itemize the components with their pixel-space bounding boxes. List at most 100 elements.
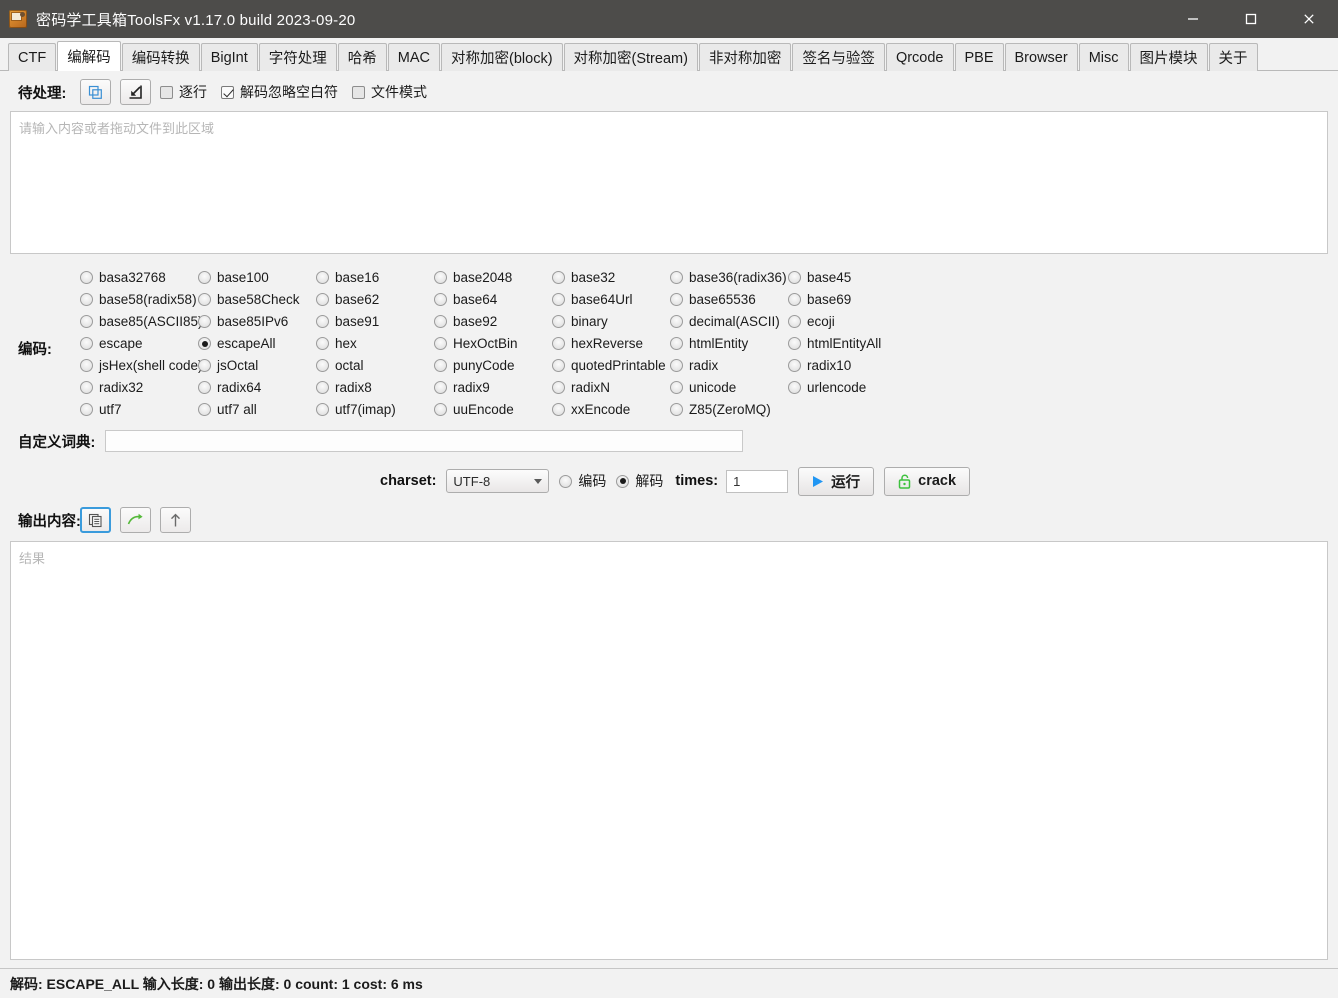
- app-window: 密码学工具箱ToolsFx v1.17.0 build 2023-09-20 C…: [0, 0, 1338, 998]
- tab-hash[interactable]: 哈希: [337, 43, 387, 71]
- tab-about[interactable]: 关于: [1208, 43, 1258, 71]
- radio-ecoji[interactable]: ecoji: [788, 314, 906, 329]
- radio-decimal-ascii[interactable]: decimal(ASCII): [670, 314, 788, 329]
- crack-button[interactable]: crack: [884, 466, 971, 496]
- import-file-button[interactable]: [120, 79, 151, 105]
- radio-base92[interactable]: base92: [434, 314, 552, 329]
- radio-octal[interactable]: octal: [316, 358, 434, 373]
- radio-dot: [670, 381, 683, 394]
- radio-jshex[interactable]: jsHex(shell code): [80, 358, 203, 373]
- radio-base64url[interactable]: base64Url: [552, 292, 670, 307]
- radio-base91[interactable]: base91: [316, 314, 434, 329]
- radio-hex[interactable]: hex: [316, 336, 434, 351]
- radio-punycode[interactable]: punyCode: [434, 358, 552, 373]
- radio-escapeall[interactable]: escapeAll: [198, 336, 316, 351]
- checkbox-file-mode[interactable]: 文件模式: [352, 82, 427, 102]
- radio-base45[interactable]: base45: [788, 270, 906, 285]
- radio-radix9[interactable]: radix9: [434, 380, 552, 395]
- radio-base2048[interactable]: base2048: [434, 270, 552, 285]
- radio-utf7-imap[interactable]: utf7(imap): [316, 402, 434, 417]
- radio-label: basa32768: [99, 270, 166, 285]
- tab-mac[interactable]: MAC: [387, 43, 441, 71]
- radio-jsoctal[interactable]: jsOctal: [198, 358, 316, 373]
- radio-base58check[interactable]: base58Check: [198, 292, 316, 307]
- radio-base32[interactable]: base32: [552, 270, 670, 285]
- radio-dot: [559, 474, 573, 488]
- radio-hexoctbin[interactable]: HexOctBin: [434, 336, 552, 351]
- tab-pbe[interactable]: PBE: [954, 43, 1004, 71]
- tab-asymmetric[interactable]: 非对称加密: [698, 43, 792, 71]
- tab-symmetric-stream[interactable]: 对称加密(Stream): [563, 43, 698, 71]
- window-controls: [1164, 0, 1338, 38]
- radio-z85[interactable]: Z85(ZeroMQ): [670, 402, 788, 417]
- checkbox-box: [352, 85, 365, 99]
- tab-signature[interactable]: 签名与验签: [792, 43, 885, 71]
- tab-symmetric-block[interactable]: 对称加密(block): [441, 43, 563, 71]
- tab-browser[interactable]: Browser: [1004, 43, 1078, 71]
- radio-radix10[interactable]: radix10: [788, 358, 906, 373]
- tab-bigint[interactable]: BigInt: [200, 43, 258, 71]
- radio-label: base100: [217, 270, 269, 285]
- radio-utf7-all[interactable]: utf7 all: [198, 402, 316, 417]
- minimize-icon[interactable]: [1164, 0, 1222, 38]
- tab-image-module[interactable]: 图片模块: [1129, 43, 1208, 71]
- run-button[interactable]: 运行: [798, 466, 875, 496]
- radio-dot: [788, 315, 801, 328]
- radio-uuencode[interactable]: uuEncode: [434, 402, 552, 417]
- radio-radix32[interactable]: radix32: [80, 380, 198, 395]
- radio-utf7[interactable]: utf7: [80, 402, 198, 417]
- copy-output-button[interactable]: [80, 507, 111, 533]
- radio-label: base58(radix58): [99, 292, 197, 307]
- radio-quotedprintable[interactable]: quotedPrintable: [552, 358, 670, 373]
- radio-unicode[interactable]: unicode: [670, 380, 788, 395]
- close-icon[interactable]: [1280, 0, 1338, 38]
- maximize-icon[interactable]: [1222, 0, 1280, 38]
- radio-htmlentity[interactable]: htmlEntity: [670, 336, 788, 351]
- tab-encode-decode[interactable]: 编解码: [57, 41, 121, 71]
- radio-base64[interactable]: base64: [434, 292, 552, 307]
- radio-base69[interactable]: base69: [788, 292, 906, 307]
- tab-encode-convert[interactable]: 编码转换: [121, 43, 200, 71]
- radio-radix8[interactable]: radix8: [316, 380, 434, 395]
- radio-dot: [552, 315, 565, 328]
- radio-dot: [316, 293, 329, 306]
- radio-basa32768[interactable]: basa32768: [80, 270, 198, 285]
- radio-label: octal: [335, 358, 364, 373]
- tab-misc[interactable]: Misc: [1078, 43, 1129, 71]
- radio-mode-encode[interactable]: 编码: [559, 471, 606, 491]
- radio-base85[interactable]: base85(ASCII85): [80, 314, 203, 329]
- output-textarea[interactable]: 结果: [10, 541, 1328, 960]
- input-textarea[interactable]: 请输入内容或者拖动文件到此区域: [10, 111, 1328, 254]
- radio-base85ipv6[interactable]: base85IPv6: [198, 314, 316, 329]
- tab-qrcode[interactable]: Qrcode: [885, 43, 954, 71]
- move-up-button[interactable]: [160, 507, 191, 533]
- dictionary-input[interactable]: [105, 430, 744, 452]
- checkbox-ignore-whitespace[interactable]: 解码忽略空白符: [221, 82, 338, 102]
- radio-radix64[interactable]: radix64: [198, 380, 316, 395]
- charset-select[interactable]: UTF-8: [446, 469, 550, 493]
- checkbox-line-by-line[interactable]: 逐行: [160, 82, 207, 102]
- radio-base36[interactable]: base36(radix36): [670, 270, 788, 285]
- radio-radixn[interactable]: radixN: [552, 380, 670, 395]
- radio-mode-decode[interactable]: 解码: [616, 471, 663, 491]
- radio-urlencode[interactable]: urlencode: [788, 380, 906, 395]
- arrow-up-icon: [171, 513, 180, 526]
- tab-ctf[interactable]: CTF: [8, 43, 57, 71]
- radio-hexreverse[interactable]: hexReverse: [552, 336, 670, 351]
- radio-base100[interactable]: base100: [198, 270, 316, 285]
- radio-xxencode[interactable]: xxEncode: [552, 402, 670, 417]
- tab-char-process[interactable]: 字符处理: [258, 43, 337, 71]
- radio-radix[interactable]: radix: [670, 358, 788, 373]
- radio-base58[interactable]: base58(radix58): [80, 292, 198, 307]
- times-input[interactable]: 1: [726, 469, 789, 493]
- radio-base65536[interactable]: base65536: [670, 292, 788, 307]
- copy-input-button[interactable]: [80, 79, 111, 105]
- radio-base16[interactable]: base16: [316, 270, 434, 285]
- radio-base62[interactable]: base62: [316, 292, 434, 307]
- checkbox-label: 逐行: [179, 84, 207, 100]
- radio-binary[interactable]: binary: [552, 314, 670, 329]
- radio-htmlentityall[interactable]: htmlEntityAll: [788, 336, 906, 351]
- radio-label: base36(radix36): [689, 270, 787, 285]
- radio-escape[interactable]: escape: [80, 336, 198, 351]
- transfer-output-button[interactable]: [120, 507, 151, 533]
